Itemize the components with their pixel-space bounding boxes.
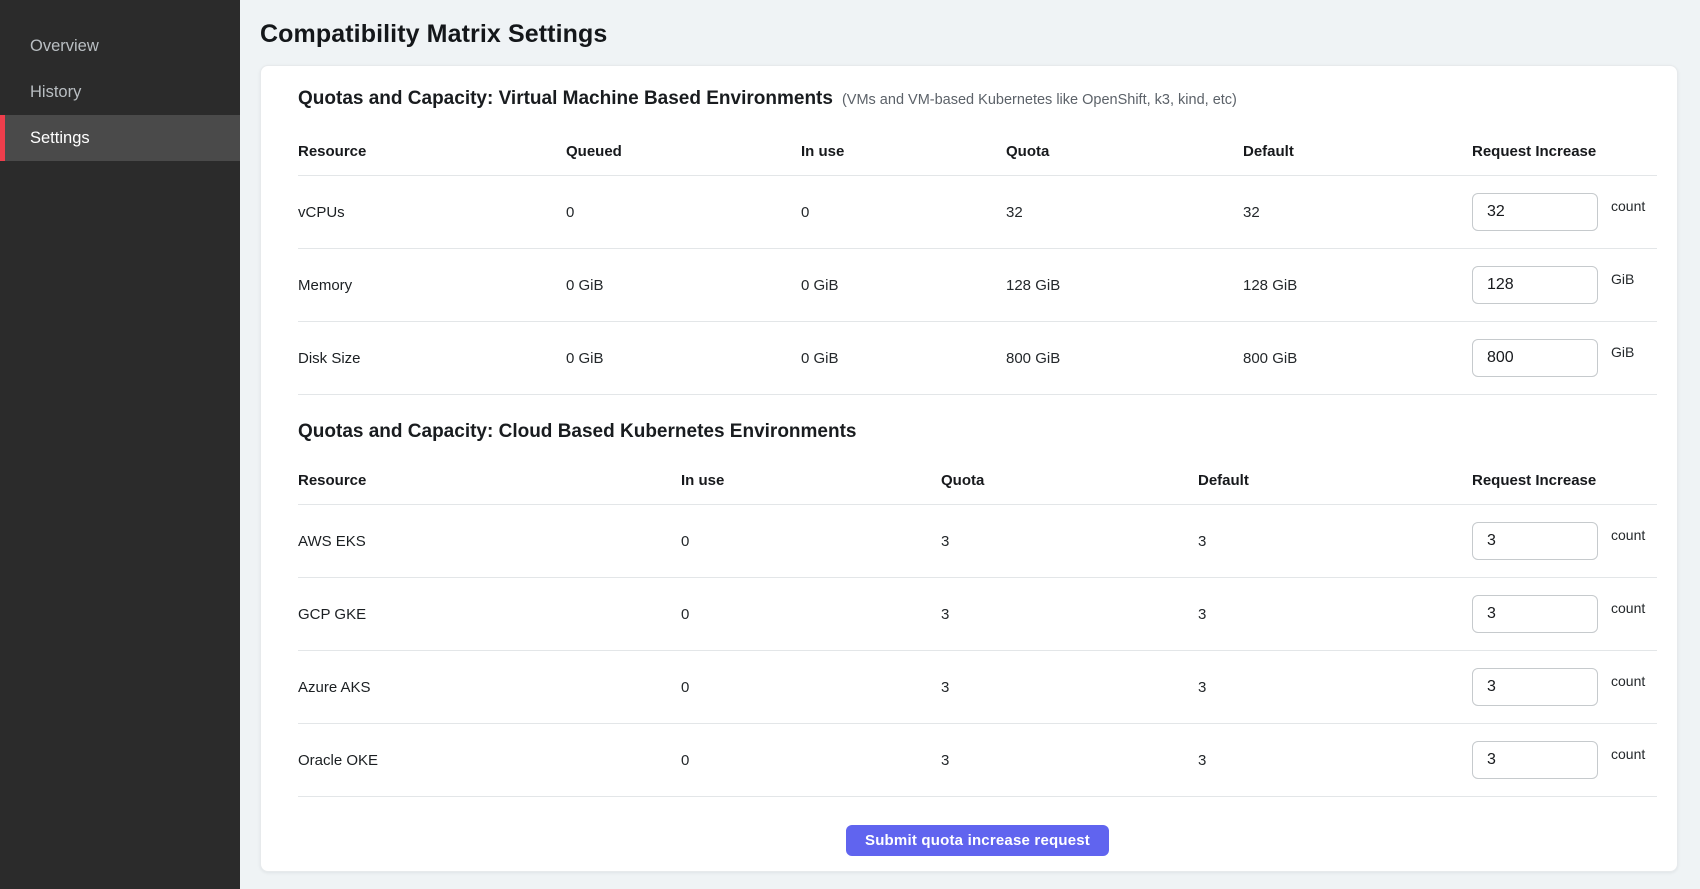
- table-header-row: Resource Queued In use Quota Default Req…: [298, 128, 1657, 176]
- sidebar-item-label: Overview: [30, 37, 99, 56]
- unit-label: GiB: [1611, 344, 1634, 360]
- unit-label: count: [1611, 198, 1645, 214]
- column-header-request-increase: Request Increase: [1472, 143, 1657, 160]
- column-header-in-use: In use: [681, 472, 941, 489]
- table-row-disk-size: Disk Size 0 GiB 0 GiB 800 GiB 800 GiB Gi…: [298, 322, 1657, 395]
- table-row-gcp-gke: GCP GKE 0 3 3 count: [298, 578, 1657, 651]
- column-header-quota: Quota: [1006, 143, 1243, 160]
- table-row-memory: Memory 0 GiB 0 GiB 128 GiB 128 GiB GiB: [298, 249, 1657, 322]
- queued-value: 0 GiB: [566, 277, 801, 294]
- page-title: Compatibility Matrix Settings: [260, 20, 1678, 49]
- column-header-default: Default: [1198, 472, 1472, 489]
- default-value: 3: [1198, 752, 1472, 769]
- quota-value: 32: [1006, 204, 1243, 221]
- resource-name: Oracle OKE: [298, 752, 681, 769]
- column-header-default: Default: [1243, 143, 1472, 160]
- submit-quota-increase-button[interactable]: Submit quota increase request: [846, 825, 1109, 856]
- table-row-aws-eks: AWS EKS 0 3 3 count: [298, 505, 1657, 578]
- quota-value: 3: [941, 679, 1198, 696]
- resource-name: vCPUs: [298, 204, 566, 221]
- resource-name: Memory: [298, 277, 566, 294]
- unit-label: count: [1611, 527, 1645, 543]
- active-item-accent-bar: [0, 115, 5, 161]
- request-increase-input-disk-size[interactable]: [1472, 339, 1598, 377]
- sidebar: Overview History Settings: [0, 0, 240, 889]
- unit-label: count: [1611, 673, 1645, 689]
- default-value: 800 GiB: [1243, 350, 1472, 367]
- request-increase-input-aws-eks[interactable]: [1472, 522, 1598, 560]
- in-use-value: 0: [681, 533, 941, 550]
- table-header-row: Resource In use Quota Default Request In…: [298, 457, 1657, 505]
- table-row-vcpus: vCPUs 0 0 32 32 count: [298, 176, 1657, 249]
- column-header-quota: Quota: [941, 472, 1198, 489]
- sidebar-item-label: Settings: [30, 129, 90, 148]
- column-header-resource: Resource: [298, 143, 566, 160]
- in-use-value: 0: [801, 204, 1006, 221]
- in-use-value: 0: [681, 752, 941, 769]
- request-increase-input-memory[interactable]: [1472, 266, 1598, 304]
- queued-value: 0: [566, 204, 801, 221]
- section-cloud-kubernetes: Quotas and Capacity: Cloud Based Kuberne…: [298, 421, 1657, 797]
- sidebar-item-label: History: [30, 83, 81, 102]
- section-title: Quotas and Capacity: Cloud Based Kuberne…: [298, 421, 857, 443]
- unit-label: GiB: [1611, 271, 1634, 287]
- column-header-in-use: In use: [801, 143, 1006, 160]
- resource-name: Azure AKS: [298, 679, 681, 696]
- default-value: 128 GiB: [1243, 277, 1472, 294]
- in-use-value: 0: [681, 606, 941, 623]
- quota-value: 800 GiB: [1006, 350, 1243, 367]
- default-value: 32: [1243, 204, 1472, 221]
- section-title: Quotas and Capacity: Virtual Machine Bas…: [298, 88, 833, 110]
- quota-value: 3: [941, 752, 1198, 769]
- request-increase-input-gcp-gke[interactable]: [1472, 595, 1598, 633]
- resource-name: GCP GKE: [298, 606, 681, 623]
- request-increase-input-vcpus[interactable]: [1472, 193, 1598, 231]
- quota-value: 3: [941, 606, 1198, 623]
- default-value: 3: [1198, 606, 1472, 623]
- main-content: Compatibility Matrix Settings Quotas and…: [240, 0, 1700, 889]
- default-value: 3: [1198, 533, 1472, 550]
- default-value: 3: [1198, 679, 1472, 696]
- section-vm-environments: Quotas and Capacity: Virtual Machine Bas…: [298, 88, 1657, 395]
- column-header-resource: Resource: [298, 472, 681, 489]
- resource-name: Disk Size: [298, 350, 566, 367]
- table-row-oracle-oke: Oracle OKE 0 3 3 count: [298, 724, 1657, 797]
- table-row-azure-aks: Azure AKS 0 3 3 count: [298, 651, 1657, 724]
- in-use-value: 0 GiB: [801, 277, 1006, 294]
- settings-card: Quotas and Capacity: Virtual Machine Bas…: [260, 65, 1678, 872]
- unit-label: count: [1611, 600, 1645, 616]
- section-note: (VMs and VM-based Kubernetes like OpenSh…: [842, 92, 1237, 108]
- in-use-value: 0 GiB: [801, 350, 1006, 367]
- sidebar-item-history[interactable]: History: [0, 69, 240, 115]
- request-increase-input-oracle-oke[interactable]: [1472, 741, 1598, 779]
- column-header-request-increase: Request Increase: [1472, 472, 1657, 489]
- request-increase-input-azure-aks[interactable]: [1472, 668, 1598, 706]
- sidebar-item-overview[interactable]: Overview: [0, 23, 240, 69]
- quota-value: 3: [941, 533, 1198, 550]
- queued-value: 0 GiB: [566, 350, 801, 367]
- resource-name: AWS EKS: [298, 533, 681, 550]
- sidebar-item-settings[interactable]: Settings: [0, 115, 240, 161]
- column-header-queued: Queued: [566, 143, 801, 160]
- in-use-value: 0: [681, 679, 941, 696]
- quota-value: 128 GiB: [1006, 277, 1243, 294]
- unit-label: count: [1611, 746, 1645, 762]
